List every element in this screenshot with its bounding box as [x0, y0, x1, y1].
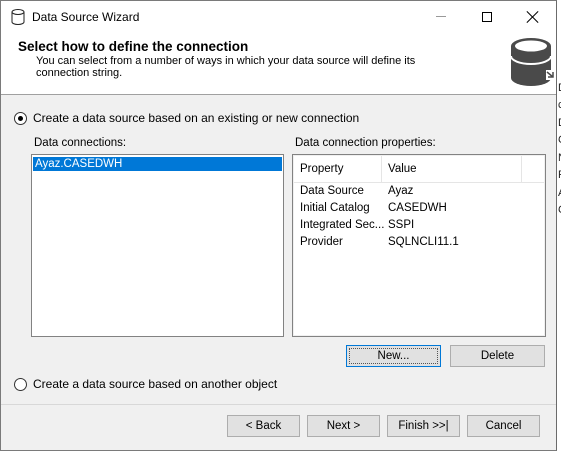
column-header-property[interactable]: Property [294, 156, 382, 182]
property-cell: Provider [300, 236, 343, 248]
table-row: Data Source Ayaz [294, 183, 544, 200]
grid-body: Data Source Ayaz Initial Catalog CASEDWH… [294, 183, 544, 335]
value-cell: SSPI [388, 219, 415, 231]
value-cell: CASEDWH [388, 202, 447, 214]
minimize-icon [436, 16, 446, 17]
radio-existing-connection[interactable] [14, 111, 27, 125]
property-cell: Initial Catalog [300, 202, 370, 214]
property-cell: Integrated Sec... [300, 219, 385, 231]
data-connections-label: Data connections: [34, 137, 127, 149]
new-connection-button[interactable]: New... [346, 345, 441, 367]
data-connections-list[interactable]: Ayaz.CASEDWH [31, 154, 284, 337]
property-cell: Data Source [300, 185, 364, 197]
column-header-value[interactable]: Value [382, 156, 522, 182]
option-another-object[interactable]: Create a data source based on another ob… [14, 377, 277, 391]
table-row: Integrated Sec... SSPI [294, 217, 544, 234]
cancel-button[interactable]: Cancel [467, 415, 540, 437]
close-button[interactable] [510, 1, 556, 32]
list-item[interactable]: Ayaz.CASEDWH [33, 157, 282, 171]
radio-another-object[interactable] [14, 377, 27, 391]
footer-divider [1, 404, 556, 405]
page-description: You can select from a number of ways in … [36, 55, 416, 79]
option-existing-connection-label: Create a data source based on an existin… [33, 111, 360, 125]
option-existing-connection[interactable]: Create a data source based on an existin… [14, 111, 359, 125]
table-row: Provider SQLNCLI11.1 [294, 234, 544, 251]
data-connection-properties-label: Data connection properties: [295, 137, 436, 149]
database-icon [11, 9, 25, 25]
connection-properties-grid: Property Value Data Source Ayaz Initial … [292, 154, 546, 337]
database-icon [510, 38, 556, 86]
minimize-button[interactable] [418, 1, 464, 32]
delete-connection-button[interactable]: Delete [450, 345, 545, 367]
finish-button[interactable]: Finish >>| [387, 415, 460, 437]
back-button[interactable]: < Back [227, 415, 300, 437]
table-row: Initial Catalog CASEDWH [294, 200, 544, 217]
next-button[interactable]: Next > [307, 415, 380, 437]
window-title: Data Source Wizard [32, 10, 140, 24]
value-cell: Ayaz [388, 185, 414, 197]
page-title: Select how to define the connection [18, 39, 249, 54]
title-bar[interactable]: Data Source Wizard [1, 1, 556, 32]
maximize-button[interactable] [464, 1, 510, 32]
wizard-header: Select how to define the connection You … [1, 32, 556, 95]
option-another-object-label: Create a data source based on another ob… [33, 377, 278, 391]
value-cell: SQLNCLI11.1 [388, 236, 459, 248]
close-icon [527, 11, 539, 23]
grid-header: Property Value [294, 156, 544, 183]
maximize-icon [482, 11, 492, 22]
data-source-wizard-dialog: Data Source Wizard Select how to define … [0, 0, 557, 451]
